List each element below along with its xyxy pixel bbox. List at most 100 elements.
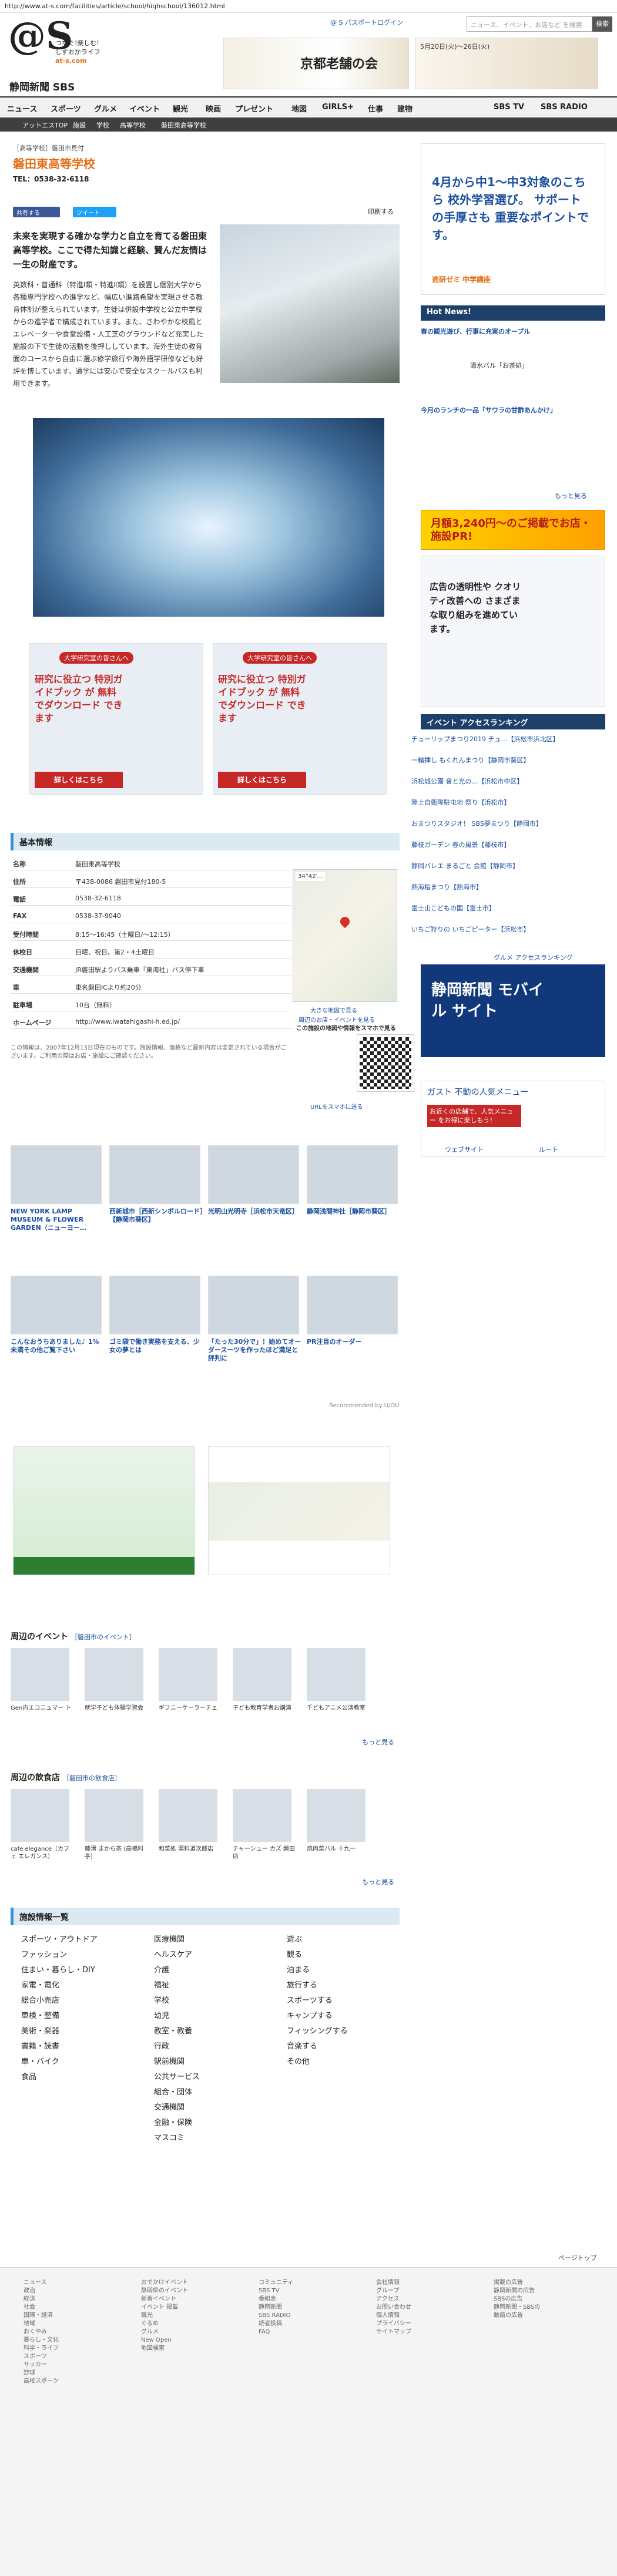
ranking-item[interactable]: おまつりスタジオ！ SBS夢まつり【静岡市】 (411, 820, 608, 828)
recommend-title[interactable]: 光明山光明寺［浜松市天竜区］ (208, 1208, 302, 1216)
sidebar-cta-banner[interactable]: 月額3,240円〜のご掲載でお店・施設PR! (421, 510, 605, 550)
footer-link[interactable]: 政治 (24, 2287, 59, 2295)
thumb-caption[interactable]: 焼肉菜バル 十九一 (307, 1845, 371, 1853)
facility-link[interactable]: 美術・楽器 (21, 2024, 98, 2039)
recommend-title[interactable]: ゴミ袋で働き実務を支える、少女の夢とは (109, 1338, 203, 1354)
facility-link[interactable]: スポーツ・アウトドア (21, 1932, 98, 1948)
facility-link[interactable]: 行政 (154, 2039, 200, 2054)
facility-link[interactable]: 泊まる (287, 1963, 348, 1978)
footer-link[interactable]: 経済 (24, 2295, 59, 2303)
facility-link[interactable]: 医療機関 (154, 1932, 200, 1948)
nav-item[interactable]: SBS RADIO (541, 103, 588, 112)
panorama-view[interactable] (33, 418, 384, 617)
footer-link[interactable]: 地図検索 (141, 2345, 188, 2353)
ad-banner-right[interactable]: 大学研究室の皆さんへ 研究に役立つ 特別ガイドブック が 無料でダウンロード で… (213, 643, 387, 795)
footer-link[interactable]: 科学・ライフ (24, 2345, 59, 2353)
footer-link[interactable]: 掲載の広告 (494, 2279, 540, 2287)
nav-item[interactable]: 地図 (291, 103, 307, 114)
ad-button[interactable]: 詳しくはこちら (218, 772, 306, 788)
footer-link[interactable]: 観光 (141, 2312, 188, 2320)
footer-link[interactable]: グループ (376, 2287, 411, 2295)
nav-item[interactable]: プレゼント (235, 103, 273, 114)
recommend-image[interactable] (11, 1276, 102, 1334)
facility-link[interactable]: 住まい・暮らし・DIY (21, 1963, 98, 1978)
thumb-image[interactable] (233, 1648, 291, 1701)
ranking-more-link[interactable]: グルメ アクセスランキング (494, 953, 573, 962)
thumb-image[interactable] (233, 1789, 291, 1842)
shops-more-link[interactable]: もっと見る (362, 1877, 394, 1886)
footer-link[interactable]: お問い合わせ (376, 2303, 411, 2312)
nav-item[interactable]: 映画 (206, 103, 221, 114)
footer-link[interactable]: 静岡県のイベント (141, 2287, 188, 2295)
footer-link[interactable]: 静岡新聞 (259, 2303, 293, 2312)
facility-link[interactable]: 旅行する (287, 1978, 348, 1993)
hot-news-item[interactable]: 今月のランチの一品「サワラの甘酢あんかけ」 (421, 405, 605, 415)
facility-link[interactable]: 交通機関 (154, 2100, 200, 2116)
recommend-image[interactable] (109, 1145, 200, 1204)
facility-link[interactable]: 遊ぶ (287, 1932, 348, 1948)
nav-item[interactable]: ニュース (7, 103, 37, 114)
footer-link[interactable]: 静岡新聞の広告 (494, 2287, 540, 2295)
map-large-link[interactable]: 大きな地図で見る (310, 1005, 357, 1014)
thumb-image[interactable] (11, 1789, 69, 1842)
thumb-caption[interactable]: 就学子ども体験学習会 (85, 1704, 149, 1712)
footer-link[interactable]: 社会 (24, 2303, 59, 2312)
thumb-image[interactable] (307, 1789, 365, 1842)
recommend-image[interactable] (307, 1145, 398, 1204)
thumb-image[interactable] (85, 1789, 143, 1842)
footer-link[interactable]: サイトマップ (376, 2328, 411, 2336)
facility-link[interactable]: 金融・保険 (154, 2116, 200, 2131)
thumb-caption[interactable]: Gen内エコニュマー ト (11, 1704, 75, 1712)
shops-subtitle[interactable]: ［磐田市の飲食店］ (63, 1774, 121, 1782)
ranking-item[interactable]: 一輪挿し もくれんまつり【静岡市葵区】 (411, 756, 608, 765)
facility-link[interactable]: 書籍・読書 (21, 2039, 98, 2054)
info-value[interactable]: http://www.iwatahigashi-h.ed.jp/ (75, 1018, 180, 1025)
breadcrumb-item[interactable]: 施設 (73, 120, 86, 130)
search-input[interactable]: ニュース、イベント、お店など を検索 (467, 16, 592, 32)
thumb-caption[interactable]: 和菜処 湯料道次郎店 (159, 1845, 223, 1853)
footer-link[interactable]: 静岡新聞・SBSの (494, 2303, 540, 2312)
search-button[interactable]: 検索 (592, 16, 612, 32)
facebook-share-button[interactable]: 共有する (13, 207, 60, 217)
nav-item[interactable]: イベント (129, 103, 160, 114)
thumb-caption[interactable]: cafe elegance（カフェ エレガンス） (11, 1845, 75, 1861)
ad-button[interactable]: 詳しくはこちら (35, 772, 123, 788)
gas-website-button[interactable]: ウェブサイト (445, 1145, 484, 1154)
recommend-image[interactable] (109, 1276, 200, 1334)
footer-link[interactable]: スポーツ (24, 2353, 59, 2361)
ad-banner-left[interactable]: 大学研究室の皆さんへ 研究に役立つ 特別ガイドブック が 無料でダウンロード で… (29, 643, 203, 795)
facility-link[interactable]: 教室・教養 (154, 2024, 200, 2039)
hot-news-item[interactable]: 清水バル「お茶処」 (470, 361, 605, 370)
thumb-image[interactable] (11, 1648, 69, 1701)
breadcrumb-item[interactable]: 学校 (96, 120, 109, 130)
facility-link[interactable]: その他 (287, 2054, 348, 2070)
footer-link[interactable]: 読者投稿 (259, 2320, 293, 2328)
recommend-image[interactable] (208, 1145, 299, 1204)
nav-item[interactable]: GIRLS+ (322, 103, 354, 112)
footer-link[interactable]: 高校スポーツ (24, 2377, 59, 2386)
footer-link[interactable]: New Open (141, 2336, 188, 2345)
facility-link[interactable]: 幼児 (154, 2009, 200, 2024)
facility-link[interactable]: 組合・団体 (154, 2085, 200, 2100)
footer-link[interactable]: おくやみ (24, 2328, 59, 2336)
facility-link[interactable]: 学校 (154, 1993, 200, 2009)
footer-link[interactable]: 野球 (24, 2369, 59, 2377)
footer-link[interactable]: アクセス (376, 2295, 411, 2303)
ranking-item[interactable]: 浜松城公園 音と光の…【浜松市中区】 (411, 778, 608, 786)
footer-link[interactable]: FAQ (259, 2328, 293, 2336)
footer-link[interactable]: 会社情報 (376, 2279, 411, 2287)
print-button[interactable]: 印刷する (368, 207, 394, 216)
footer-link[interactable]: ぐるめ (141, 2320, 188, 2328)
ranking-item[interactable]: 熱海桜まつり【熱海市】 (411, 883, 608, 892)
breadcrumb-item[interactable]: アットエスTOP (22, 120, 68, 130)
footer-link[interactable]: 国際・経済 (24, 2312, 59, 2320)
footer-link[interactable]: 個人情報 (376, 2312, 411, 2320)
facility-link[interactable]: 車・バイク (21, 2054, 98, 2070)
mobile-site-banner[interactable]: 静岡新聞 モバイル サイト (421, 964, 605, 1057)
thumb-caption[interactable]: 子ども教育学者お講演 (233, 1704, 297, 1712)
footer-link[interactable]: 新着イベント (141, 2295, 188, 2303)
footer-link[interactable]: おでかけイベント (141, 2279, 188, 2287)
nav-item[interactable]: スポーツ (51, 103, 81, 114)
footer-link[interactable]: 番組表 (259, 2295, 293, 2303)
facility-link[interactable]: 音楽する (287, 2039, 348, 2054)
